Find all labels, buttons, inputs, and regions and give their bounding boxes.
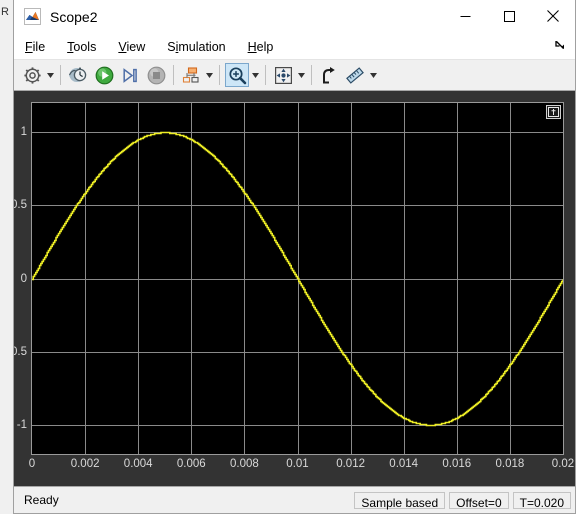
layout-dropdown-arrow-icon[interactable] bbox=[204, 63, 215, 87]
configuration-properties-button[interactable] bbox=[20, 63, 44, 87]
measurements-button[interactable] bbox=[343, 63, 367, 87]
x-tick-label: 0.006 bbox=[176, 458, 206, 470]
step-forward-button[interactable] bbox=[118, 63, 142, 87]
y-tick-label: 1 bbox=[20, 126, 27, 139]
toolbar-separator bbox=[311, 65, 312, 85]
layout-button[interactable] bbox=[179, 63, 203, 87]
toolbar bbox=[14, 60, 575, 91]
toolbar-separator bbox=[60, 65, 61, 85]
menu-item-file[interactable]: File bbox=[14, 37, 56, 57]
x-tick-label: 0.014 bbox=[389, 458, 419, 470]
y-tick-label: 0.5 bbox=[14, 199, 27, 212]
undock-arrow-icon[interactable] bbox=[553, 38, 567, 52]
minimize-button[interactable] bbox=[443, 0, 487, 32]
window-title: Scope2 bbox=[50, 8, 98, 25]
maximize-button[interactable] bbox=[487, 0, 531, 32]
x-tick-label: 0.018 bbox=[495, 458, 525, 470]
x-tick-label: 0.004 bbox=[123, 458, 153, 470]
x-tick-label: 0.012 bbox=[336, 458, 365, 470]
autoscale-button[interactable] bbox=[271, 63, 295, 87]
x-tick-label: 0.01 bbox=[286, 458, 309, 470]
plot-canvas[interactable]: -1 -0.5 0 0.5 1 0 0.002 0.004 0.006 0.008 0.01 0.01… bbox=[14, 102, 574, 470]
status-message: Ready bbox=[24, 493, 59, 507]
menu-item-simulation[interactable]: Simulation bbox=[156, 37, 236, 57]
background-window-label: R bbox=[1, 6, 9, 18]
toolbar-separator bbox=[173, 65, 174, 85]
menu-item-view[interactable]: View bbox=[107, 37, 156, 57]
title-bar[interactable]: Scope2 bbox=[14, 0, 575, 34]
stop-button[interactable] bbox=[144, 63, 168, 87]
background-window[interactable]: R bbox=[0, 0, 14, 514]
legend-pin-icon[interactable] bbox=[546, 105, 561, 119]
lock-axes-button[interactable] bbox=[317, 63, 341, 87]
close-button[interactable] bbox=[531, 0, 575, 32]
play-button[interactable] bbox=[92, 63, 116, 87]
toolbar-separator bbox=[219, 65, 220, 85]
menu-item-tools[interactable]: Tools bbox=[56, 37, 107, 57]
signal-trace bbox=[32, 131, 563, 427]
x-tick-label: 0.008 bbox=[230, 458, 259, 470]
toolbar-separator bbox=[265, 65, 266, 85]
y-tick-label: 0 bbox=[20, 272, 27, 285]
measurements-dropdown-arrow-icon[interactable] bbox=[368, 63, 379, 87]
scope-window: Scope2 File Tools View Simulation Help -… bbox=[13, 0, 576, 514]
x-tick-label: 0.016 bbox=[442, 458, 472, 470]
zoom-in-button[interactable] bbox=[225, 63, 249, 87]
plot-area[interactable]: -1 -0.5 0 0.5 1 0 0.002 0.004 0.006 0.008 0.01 0.01… bbox=[14, 91, 575, 486]
x-tick-label: 0.02 bbox=[551, 458, 575, 470]
trace-sine bbox=[32, 131, 563, 427]
autoscale-dropdown-arrow-icon[interactable] bbox=[296, 63, 307, 87]
menu-item-help[interactable]: Help bbox=[237, 37, 285, 57]
zoom-dropdown-arrow-icon[interactable] bbox=[250, 63, 261, 87]
status-sample-mode: Sample based bbox=[354, 491, 446, 510]
y-tick-label: -0.5 bbox=[14, 345, 27, 358]
matlab-membrane-icon bbox=[24, 8, 41, 25]
configuration-dropdown-arrow-icon[interactable] bbox=[45, 63, 56, 87]
y-tick-label: -1 bbox=[16, 418, 27, 431]
window-controls bbox=[443, 0, 575, 32]
run-button[interactable] bbox=[66, 63, 90, 87]
menu-bar: File Tools View Simulation Help bbox=[14, 34, 575, 60]
status-bar: Ready Sample based Offset=0 T=0.020 bbox=[14, 486, 575, 513]
x-tick-label: 0.002 bbox=[70, 458, 100, 470]
status-time: T=0.020 bbox=[512, 491, 571, 510]
status-offset: Offset=0 bbox=[449, 491, 509, 510]
x-tick-label: 0 bbox=[28, 458, 36, 470]
